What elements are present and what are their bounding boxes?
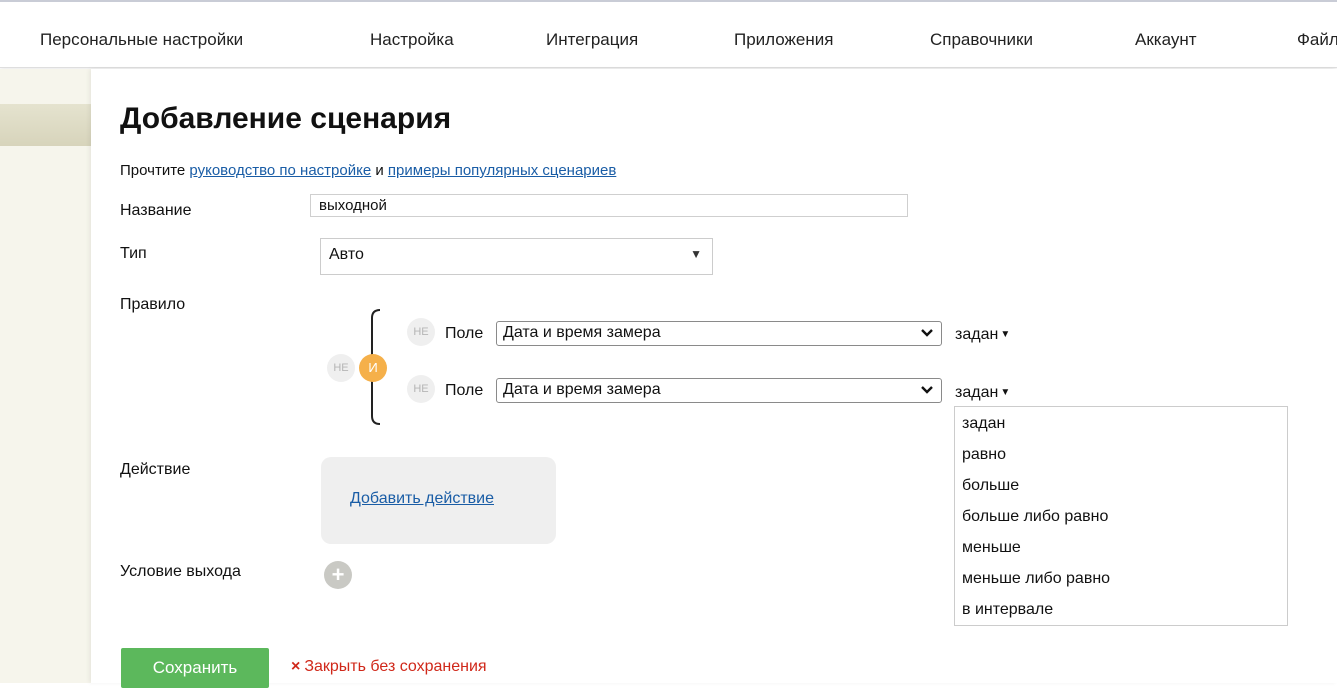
intro-text: Прочтите руководство по настройке и прим… [120,162,616,179]
operator-option-less-or-equal[interactable]: меньше либо равно [962,570,1110,588]
close-icon: × [291,658,301,675]
left-sidebar [0,69,91,683]
close-without-saving-label: Закрыть без сохранения [304,658,487,675]
name-label: Название [120,202,192,219]
nav-item-integration[interactable]: Интеграция [546,30,638,50]
sidebar-active-item[interactable] [0,104,91,146]
exit-condition-label: Условие выхода [120,563,241,580]
nav-item-account[interactable]: Аккаунт [1135,30,1197,50]
condition-1-field-value: Дата и время замера [503,324,661,341]
operator-option-greater[interactable]: больше [962,477,1019,495]
operator-option-equal[interactable]: равно [962,446,1006,464]
condition-2-field-label: Поле [445,382,484,399]
type-select-value: Авто [329,246,364,263]
close-without-saving-link[interactable]: × Закрыть без сохранения [291,658,487,676]
action-box: Добавить действие [321,457,556,544]
plus-icon[interactable]: + [324,561,352,589]
condition-2-field-select[interactable]: Дата и время замера [496,378,942,403]
operator-option-greater-or-equal[interactable]: больше либо равно [962,508,1108,526]
intro-middle: и [371,162,388,179]
settings-guide-link[interactable]: руководство по настройке [189,162,371,179]
caret-down-icon: ▼ [1000,329,1011,340]
condition-2-operator[interactable]: задан ▼ [955,384,1010,402]
condition-1-field-select[interactable]: Дата и время замера [496,321,942,346]
group-and-operator[interactable]: И [359,354,387,382]
condition-2-operator-value: задан [955,384,999,401]
page-title: Добавление сценария [120,102,452,135]
chevron-down-icon [921,386,933,394]
nav-item-applications[interactable]: Приложения [734,30,833,50]
condition-1-operator-value: задан [955,326,999,343]
group-not-toggle[interactable]: НЕ [327,354,355,382]
caret-down-icon: ▼ [690,247,702,261]
nav-item-settings[interactable]: Настройка [370,30,454,50]
name-input[interactable] [310,194,908,217]
nav-item-personal-settings[interactable]: Персональные настройки [40,30,243,50]
condition-2-not-toggle[interactable]: НЕ [407,375,435,403]
condition-1-field-label: Поле [445,325,484,342]
action-label: Действие [120,461,191,478]
intro-prefix: Прочтите [120,162,190,179]
operator-option-in-interval[interactable]: в интервале [962,601,1053,619]
popular-scenarios-link[interactable]: примеры популярных сценариев [388,162,616,179]
operator-option-set[interactable]: задан [962,415,1005,433]
condition-1-not-toggle[interactable]: НЕ [407,318,435,346]
save-button[interactable]: Сохранить [121,648,269,688]
add-action-link[interactable]: Добавить действие [350,490,494,508]
chevron-down-icon [921,329,933,337]
type-select[interactable]: Авто ▼ [320,238,713,275]
operator-option-less[interactable]: меньше [962,539,1021,557]
nav-item-directories[interactable]: Справочники [930,30,1033,50]
condition-1-operator[interactable]: задан ▼ [955,326,1010,344]
operator-dropdown: задан равно больше больше либо равно мен… [954,406,1288,626]
nav-item-files[interactable]: Файл [1297,30,1337,50]
condition-2-field-value: Дата и время замера [503,381,661,398]
rule-label: Правило [120,296,186,313]
top-navigation: Персональные настройки Настройка Интегра… [0,0,1337,68]
type-label: Тип [120,245,147,262]
caret-down-icon: ▼ [1000,387,1011,398]
